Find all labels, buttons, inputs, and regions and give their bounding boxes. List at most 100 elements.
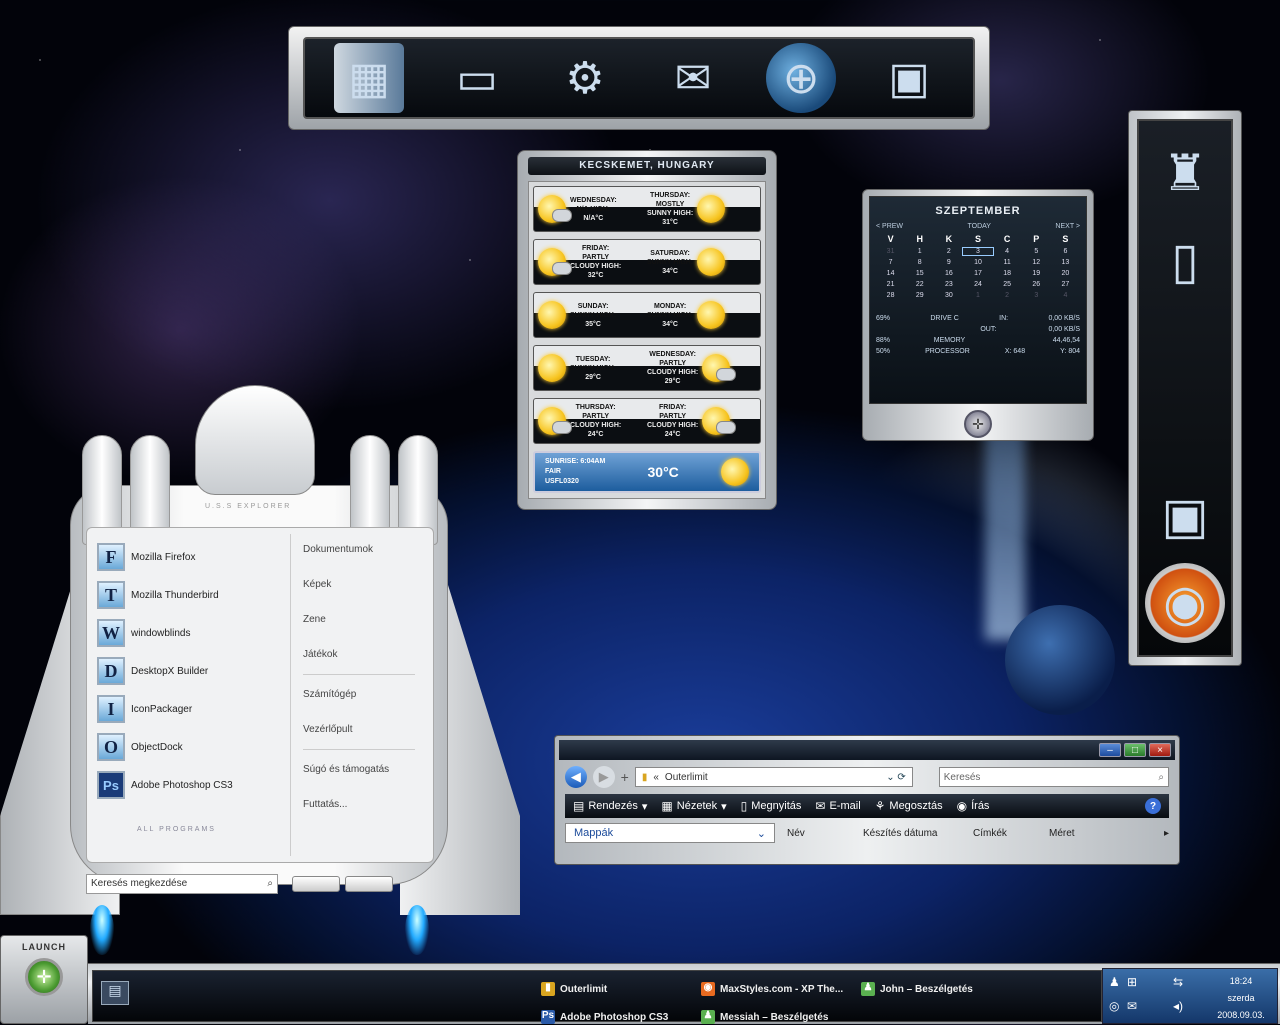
trash-icon[interactable]: ▯ [1145,221,1225,301]
update-icon[interactable]: ◎ [1109,999,1119,1013]
calendar-prev-button[interactable]: < PREW [876,223,903,230]
calendar-day[interactable]: 25 [993,281,1022,288]
clock[interactable]: 18:24 szerda 2008.09.03. [1211,973,1271,1024]
program-item[interactable]: Ps Adobe Photoshop CS3 [93,766,290,804]
start-search-input[interactable]: Keresés megkezdése ⌕ [86,874,278,894]
network-connection-icon[interactable]: ⇆ [1173,975,1183,989]
calendar-day[interactable]: 14 [876,270,905,277]
mail-tray-icon[interactable]: ✉ [1127,999,1137,1013]
taskbar-button[interactable]: ♟ Messiah – Beszélgetés [701,1009,828,1025]
calendar-day[interactable]: 4 [993,248,1022,255]
lamp-gear-icon[interactable]: ⚙ [550,43,620,113]
calendar-day[interactable]: 12 [1022,259,1051,266]
calendar-knob-icon[interactable]: ✛ [964,410,992,438]
taskbar-button[interactable]: ◉ MaxStyles.com - XP The... [701,981,843,997]
calendar-day[interactable]: 1 [905,248,934,255]
calendar-day[interactable]: 13 [1051,259,1080,266]
calendar-day[interactable]: 30 [934,292,963,299]
volume-icon[interactable]: ◂) [1173,999,1183,1013]
firefox-icon[interactable]: ◉ [1145,563,1225,643]
plus-icon[interactable]: + [621,769,629,785]
network-icon[interactable]: ⊞ [1127,975,1137,989]
calendar-day[interactable]: 20 [1051,270,1080,277]
calendar-day[interactable]: 17 [963,270,992,277]
program-item[interactable]: I IconPackager [93,690,290,728]
calendar-day[interactable]: 11 [993,259,1022,266]
calendar-day[interactable]: 16 [934,270,963,277]
program-item[interactable]: Wwindowblinds [93,614,290,652]
folders-pane-toggle[interactable]: Mappák ⌄ [565,823,775,843]
column-header[interactable]: Készítés dátuma [851,828,961,839]
place-item[interactable]: Vezérlőpult [303,724,415,759]
column-header[interactable]: Név [775,828,851,839]
taskbar-button[interactable]: Ps Adobe Photoshop CS3 [541,1009,668,1025]
calendar-day[interactable]: 7 [876,259,905,266]
open-button[interactable]: ▯ Megnyitás [741,799,802,813]
messenger-tray-icon[interactable]: ♟ [1109,975,1120,989]
help-icon[interactable]: ? [1145,798,1161,814]
minimize-button[interactable]: – [1099,743,1121,757]
calendar-day[interactable]: 2 [993,292,1022,299]
place-item[interactable]: Dokumentumok [303,544,415,579]
calendar-day[interactable]: 26 [1022,281,1051,288]
address-field[interactable]: ▮ « Outerlimit ⌄ ⟳ [634,767,913,787]
calendar-day[interactable]: 6 [1051,248,1080,255]
place-item[interactable]: Zene [303,614,415,649]
calendar-day[interactable]: 3 [962,247,994,256]
ram-icon[interactable]: ▭ [442,43,512,113]
email-button[interactable]: ✉ E-mail [815,799,860,813]
organize-button[interactable]: ▤ Rendezés ▾ [573,799,647,813]
calendar-day[interactable]: 1 [963,292,992,299]
calendar-day[interactable]: 4 [1051,292,1080,299]
chip-icon[interactable]: ▣ [1145,476,1225,556]
calendar-day[interactable]: 28 [876,292,905,299]
taskbar-button[interactable]: ♟ John – Beszélgetés [861,981,973,997]
calendar-day[interactable]: 27 [1051,281,1080,288]
calendar-day[interactable]: 9 [934,259,963,266]
title-bar[interactable]: – □ × [559,740,1175,760]
calendar-day[interactable]: 8 [905,259,934,266]
program-item[interactable]: D DesktopX Builder [93,652,290,690]
place-item[interactable]: Futtatás... [303,799,415,834]
mailbox-icon[interactable]: ✉ [658,43,728,113]
place-item[interactable]: Képek [303,579,415,614]
lock-button[interactable] [345,876,393,892]
explorer-search-input[interactable]: Keresés ⌕ [938,767,1169,787]
lamp-icon[interactable]: ♜ [1145,133,1225,213]
calendar-day[interactable]: 23 [934,281,963,288]
calendar-day[interactable]: 22 [905,281,934,288]
column-header[interactable]: Méret [1037,828,1113,839]
forward-arrow-icon[interactable]: ▶ [592,766,615,788]
place-item[interactable]: Súgó és támogatás [303,764,415,799]
place-item[interactable]: Számítógép [303,689,415,724]
server-icon[interactable]: ▦ [334,43,404,113]
calendar-day[interactable]: 15 [905,270,934,277]
calendar-day[interactable]: 3 [1022,292,1051,299]
calendar-day[interactable]: 19 [1022,270,1051,277]
maximize-button[interactable]: □ [1124,743,1146,757]
close-button[interactable]: × [1149,743,1171,757]
calendar-day[interactable]: 18 [993,270,1022,277]
calendar-today-button[interactable]: TODAY [968,223,991,230]
launch-button[interactable]: LAUNCH ✛ [0,935,88,1024]
scroll-right-icon[interactable]: ▸ [1164,828,1169,839]
share-button[interactable]: ⚘ Megosztás [875,799,943,813]
taskbar-button[interactable]: ▮ Outerlimit [541,981,607,997]
shutdown-button[interactable] [292,876,340,892]
calendar-day[interactable]: 24 [963,281,992,288]
calendar-day[interactable]: 2 [934,248,963,255]
calendar-day[interactable]: 5 [1022,248,1051,255]
calendar-day[interactable]: 10 [963,259,992,266]
show-desktop-icon[interactable]: ▤ [101,981,129,1005]
place-item[interactable]: Játékok [303,649,415,684]
program-item[interactable]: T Mozilla Thunderbird [93,576,290,614]
chip-icon[interactable]: ▣ [874,43,944,113]
column-header[interactable]: Címkék [961,828,1037,839]
back-arrow-icon[interactable]: ◀ [565,766,587,788]
program-item[interactable]: O ObjectDock [93,728,290,766]
calendar-day[interactable]: 21 [876,281,905,288]
calendar-day[interactable]: 29 [905,292,934,299]
calendar-day[interactable]: 31 [876,248,905,255]
globe-icon[interactable]: ⊕ [766,43,836,113]
address-dropdown-icon[interactable]: ⌄ ⟳ [886,772,906,783]
